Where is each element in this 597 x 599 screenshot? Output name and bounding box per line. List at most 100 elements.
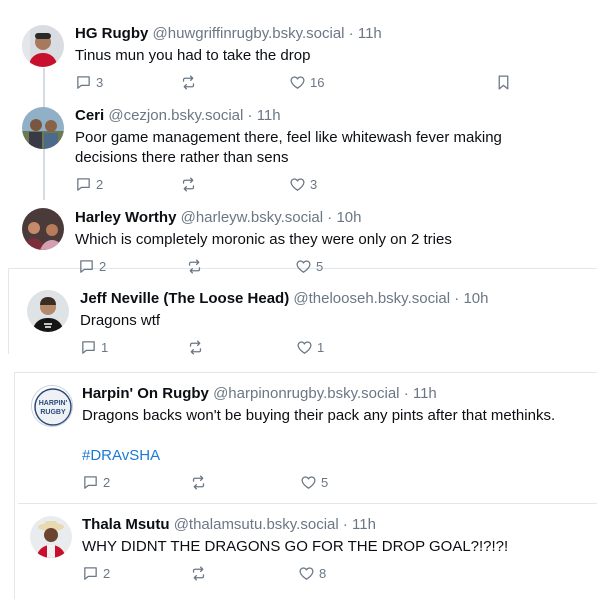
reply-button[interactable]: 2 — [82, 472, 110, 492]
like-count: 5 — [321, 474, 329, 490]
action-bar: 1 1 — [80, 337, 480, 357]
like-button[interactable]: 8 — [298, 563, 326, 583]
repost-icon — [190, 565, 207, 582]
author-handle[interactable]: @thelooseh.bsky.social — [293, 290, 450, 307]
post-header: HG Rugby @huwgriffinrugby.bsky.social · … — [75, 24, 382, 44]
like-button[interactable]: 16 — [289, 72, 324, 92]
like-count: 16 — [310, 74, 325, 90]
separator-dot: · — [348, 25, 354, 42]
reply-count: 3 — [96, 74, 104, 90]
repost-button[interactable] — [180, 174, 201, 194]
like-button[interactable]: 3 — [289, 174, 317, 194]
post-header: Jeff Neville (The Loose Head) @thelooseh… — [80, 289, 488, 309]
reply-button[interactable]: 1 — [80, 337, 108, 357]
avatar[interactable] — [22, 208, 64, 250]
reply-count: 2 — [103, 474, 111, 490]
bookmark-button[interactable] — [495, 72, 512, 92]
repost-button[interactable] — [187, 337, 208, 357]
reply-count: 1 — [101, 339, 109, 355]
post-text-line: decisions there rather than sens — [75, 149, 289, 166]
repost-button[interactable] — [180, 72, 201, 92]
separator-dot: · — [327, 209, 333, 226]
avatar[interactable] — [22, 107, 64, 149]
author-name[interactable]: HG Rugby — [75, 25, 148, 42]
action-bar: 2 8 — [82, 563, 482, 583]
heart-icon — [296, 339, 313, 356]
divider — [18, 503, 597, 504]
avatar-logo-text: HARPIN' — [39, 400, 68, 407]
post-time[interactable]: 10h — [336, 209, 361, 226]
divider — [14, 372, 597, 373]
post-text: Tinus mun you had to take the drop — [75, 47, 311, 64]
like-button[interactable]: 5 — [295, 256, 323, 276]
like-count: 5 — [316, 258, 324, 274]
repost-icon — [186, 258, 203, 275]
post-text: WHY DIDNT THE DRAGONS GO FOR THE DROP GO… — [82, 538, 509, 555]
post-text-line: Poor game management there, feel like wh… — [75, 129, 502, 146]
repost-icon — [190, 474, 207, 491]
repost-button[interactable] — [186, 256, 207, 276]
hashtag-link[interactable]: #DRAvSHA — [82, 446, 160, 466]
separator-dot: · — [454, 290, 460, 307]
reply-icon — [75, 176, 92, 193]
repost-button[interactable] — [190, 563, 211, 583]
divider — [8, 268, 9, 354]
author-name[interactable]: Jeff Neville (The Loose Head) — [80, 290, 289, 307]
author-handle[interactable]: @harpinonrugby.bsky.social — [213, 385, 399, 402]
separator-dot: · — [247, 107, 253, 124]
avatar[interactable] — [30, 516, 72, 558]
author-handle[interactable]: @huwgriffinrugby.bsky.social — [153, 25, 345, 42]
like-button[interactable]: 5 — [300, 472, 328, 492]
like-count: 3 — [310, 176, 318, 192]
post-time[interactable]: 11h — [358, 25, 382, 42]
divider — [14, 372, 15, 599]
action-bar: 2 3 — [75, 174, 475, 194]
action-bar: 2 5 — [82, 472, 482, 492]
like-button[interactable]: 1 — [296, 337, 324, 357]
separator-dot: · — [403, 385, 409, 402]
avatar-logo-text: RUGBY — [40, 409, 66, 416]
author-handle[interactable]: @cezjon.bsky.social — [108, 107, 243, 124]
repost-icon — [187, 339, 204, 356]
post-text: Dragons wtf — [80, 312, 161, 329]
post-header: Ceri @cezjon.bsky.social · 11h — [75, 106, 281, 126]
reply-button[interactable]: 2 — [78, 256, 106, 276]
heart-icon — [289, 74, 306, 91]
heart-icon — [300, 474, 317, 491]
like-count: 1 — [317, 339, 325, 355]
reply-icon — [78, 258, 95, 275]
reply-button[interactable]: 2 — [82, 563, 110, 583]
post-header: Harpin' On Rugby @harpinonrugby.bsky.soc… — [82, 384, 437, 404]
post-time[interactable]: 10h — [463, 290, 488, 307]
author-name[interactable]: Ceri — [75, 107, 104, 124]
post-text: Which is completely moronic as they were… — [75, 231, 452, 248]
post-time[interactable]: 11h — [413, 385, 437, 402]
repost-icon — [180, 74, 197, 91]
heart-icon — [298, 565, 315, 582]
post-time[interactable]: 11h — [257, 107, 281, 124]
reply-icon — [75, 74, 92, 91]
reply-icon — [80, 339, 97, 356]
author-handle[interactable]: @harleyw.bsky.social — [181, 209, 324, 226]
repost-icon — [180, 176, 197, 193]
author-name[interactable]: Harpin' On Rugby — [82, 385, 209, 402]
avatar[interactable] — [27, 290, 69, 332]
bookmark-icon — [495, 74, 512, 91]
repost-button[interactable] — [190, 472, 211, 492]
avatar[interactable]: HARPIN' RUGBY — [31, 385, 73, 427]
reply-count: 2 — [99, 258, 107, 274]
reply-icon — [82, 474, 99, 491]
author-name[interactable]: Harley Worthy — [75, 209, 176, 226]
author-name[interactable]: Thala Msutu — [82, 516, 170, 533]
reply-button[interactable]: 2 — [75, 174, 103, 194]
author-handle[interactable]: @thalamsutu.bsky.social — [174, 516, 339, 533]
separator-dot: · — [342, 516, 348, 533]
post-header: Harley Worthy @harleyw.bsky.social · 10h — [75, 208, 361, 228]
reply-count: 2 — [103, 565, 111, 581]
post-time[interactable]: 11h — [352, 516, 376, 533]
avatar[interactable] — [22, 25, 64, 67]
reply-button[interactable]: 3 — [75, 72, 103, 92]
post-text: Dragons backs won't be buying their pack… — [82, 407, 556, 424]
reply-icon — [82, 565, 99, 582]
action-bar: 3 16 — [75, 72, 595, 92]
